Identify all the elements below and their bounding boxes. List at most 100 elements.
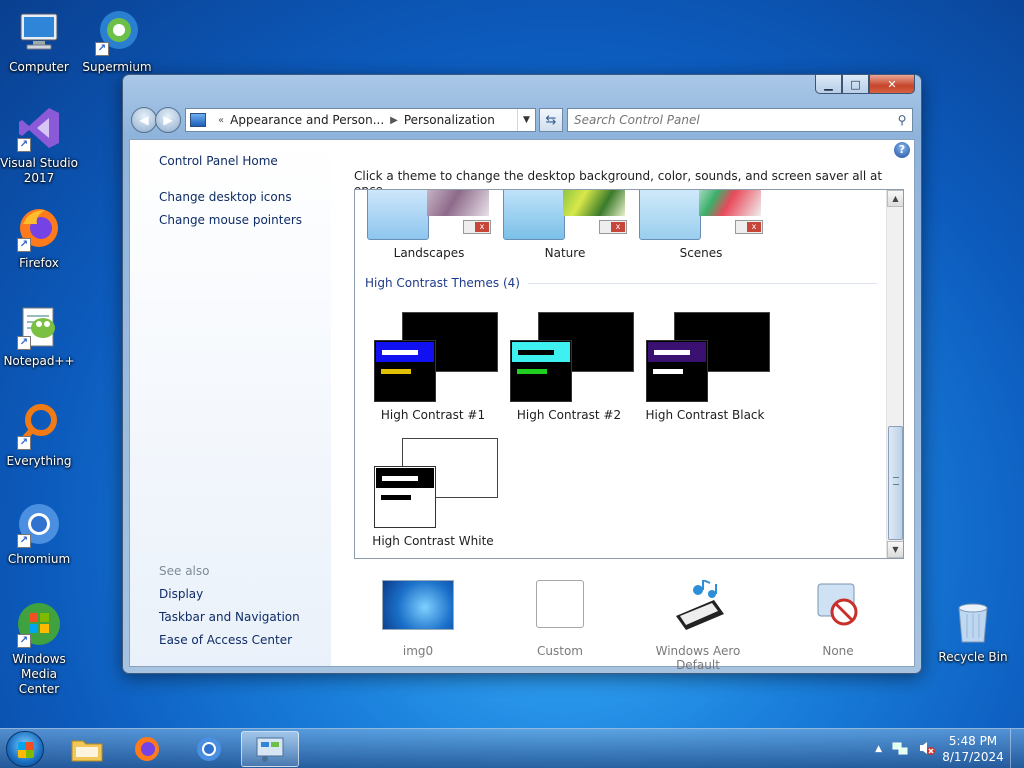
desktop-icon-chromium[interactable]: ↗ Chromium (0, 500, 78, 567)
theme-high-contrast-2[interactable]: High Contrast #2 (501, 312, 637, 422)
theme-landscapes[interactable]: x Landscapes (361, 190, 497, 262)
maximize-icon: □ (850, 77, 861, 91)
hc-text-line (517, 369, 547, 374)
address-dropdown-button[interactable]: ▼ (517, 109, 535, 131)
back-button[interactable]: ◀ (131, 107, 157, 133)
taskbar-control-panel[interactable] (241, 731, 299, 767)
theme-high-contrast-white[interactable]: High Contrast White (365, 438, 501, 548)
scenes-image (639, 190, 701, 240)
screen-saver-item[interactable]: None (778, 580, 898, 658)
desktop-icon-computer[interactable]: Computer (0, 8, 78, 75)
forward-button[interactable]: ▶ (155, 107, 181, 133)
clock[interactable]: 5:48 PM 8/17/2024 (940, 733, 1006, 765)
color-item[interactable]: Custom (500, 580, 620, 658)
control-panel-icon (190, 113, 206, 127)
taskbar-explorer[interactable] (58, 731, 116, 767)
desktop-icon-recycle-bin[interactable]: Recycle Bin (928, 598, 1018, 664)
scroll-down-button[interactable]: ▼ (887, 541, 903, 558)
taskbar-navigation-link[interactable]: Taskbar and Navigation (159, 610, 300, 624)
theme-preview (640, 312, 770, 404)
theme-nature[interactable]: x Nature (497, 190, 633, 262)
maximize-button[interactable]: □ (842, 75, 869, 94)
screen-saver-icon (802, 580, 874, 630)
start-button[interactable] (6, 731, 44, 767)
theme-name: High Contrast White (372, 534, 494, 548)
hc-title-bar (512, 342, 570, 362)
show-hidden-icons-button[interactable]: ▲ (875, 744, 882, 754)
themes-list: x Landscapes x Nature x Scenes High Cont… (354, 189, 904, 559)
theme-name: Scenes (679, 246, 723, 260)
control-panel-home-link[interactable]: Control Panel Home (159, 154, 278, 168)
network-icon[interactable] (892, 740, 908, 759)
shortcut-arrow-icon: ↗ (17, 436, 31, 450)
hc-title-line (518, 350, 554, 355)
theme-settings-bar: img0 Custom Windows Aero Default None (358, 578, 898, 672)
chromium-icon (197, 737, 221, 761)
breadcrumb-appearance[interactable]: Appearance and Person... (230, 113, 384, 127)
show-desktop-button[interactable] (1010, 729, 1024, 768)
desktop-icon-label: Firefox (19, 256, 59, 270)
theme-scenes[interactable]: x Scenes (633, 190, 769, 262)
desktop-icon-media-center[interactable]: ↗ Windows Media Center (0, 600, 78, 697)
sounds-icon (662, 578, 734, 630)
search-input[interactable] (568, 110, 892, 130)
minimize-icon: ▁ (824, 77, 833, 91)
desktop-icon-label: Windows Media Center (12, 652, 66, 696)
personalization-window: ▁ □ ✕ ◀ ▶ « Appearance and Person... ▶ P… (122, 74, 922, 674)
hc-title-bar (648, 342, 706, 362)
refresh-icon: ⇆ (545, 112, 557, 128)
high-contrast-group-title: High Contrast Themes (4) (365, 276, 520, 290)
taskbar: ▲ 5:48 PM 8/17/2024 (0, 728, 1024, 768)
shortcut-arrow-icon: ↗ (17, 138, 31, 152)
visual-studio-icon: ↗ (15, 104, 63, 152)
breadcrumb-personalization[interactable]: Personalization (404, 113, 495, 127)
theme-high-contrast-1[interactable]: High Contrast #1 (365, 312, 501, 422)
desktop-icon-supermium[interactable]: ↗ Supermium (78, 8, 156, 75)
hc-window (374, 340, 436, 402)
close-button[interactable]: ✕ (869, 75, 915, 94)
themes-scrollbar[interactable]: ▲ ▼ (886, 190, 903, 558)
change-desktop-icons-link[interactable]: Change desktop icons (159, 190, 292, 204)
desktop-background-item[interactable]: img0 (358, 580, 478, 658)
windows-logo-icon (18, 742, 34, 758)
search-box: ⚲ (567, 108, 913, 132)
firefox-icon (135, 737, 159, 761)
refresh-button[interactable]: ⇆ (539, 108, 563, 132)
search-icon[interactable]: ⚲ (892, 113, 912, 127)
desktop-icon-everything[interactable]: ↗ Everything (0, 402, 78, 469)
breadcrumb-overflow[interactable]: « (218, 115, 224, 126)
help-button[interactable]: ? (894, 142, 910, 158)
taskbar-firefox[interactable] (118, 731, 176, 767)
desktop-icon-label: Everything (6, 454, 72, 468)
clock-date: 8/17/2024 (942, 750, 1004, 764)
shortcut-arrow-icon: ↗ (17, 336, 31, 350)
scroll-up-button[interactable]: ▲ (887, 190, 903, 207)
minimize-button[interactable]: ▁ (815, 75, 842, 94)
scroll-thumb[interactable] (888, 426, 903, 540)
high-contrast-group-header: High Contrast Themes (4) (365, 276, 877, 290)
nature-image (503, 190, 565, 240)
hc-text-line (653, 369, 683, 374)
theme-preview (368, 312, 498, 404)
volume-muted-icon[interactable] (918, 740, 936, 759)
breadcrumb-separator-icon[interactable]: ▶ (390, 115, 398, 126)
shortcut-arrow-icon: ↗ (17, 238, 31, 252)
taskbar-chromium[interactable] (180, 731, 238, 767)
theme-high-contrast-black[interactable]: High Contrast Black (637, 312, 773, 422)
desktop-icon-visual-studio[interactable]: ↗ Visual Studio 2017 (0, 104, 78, 186)
theme-name: Nature (544, 246, 586, 260)
change-mouse-pointers-link[interactable]: Change mouse pointers (159, 213, 302, 227)
address-bar[interactable]: « Appearance and Person... ▶ Personaliza… (185, 108, 536, 132)
sounds-item[interactable]: Windows Aero Default (638, 578, 758, 672)
desktop-icon-notepadpp[interactable]: ↗ Notepad++ (0, 302, 78, 369)
ease-of-access-link[interactable]: Ease of Access Center (159, 633, 292, 647)
hc-title-line (382, 350, 418, 355)
theme-mini-window: x (599, 220, 627, 234)
desktop-icon-label: Computer (9, 60, 69, 74)
shortcut-arrow-icon: ↗ (17, 534, 31, 548)
grip-icon (893, 477, 899, 485)
display-link[interactable]: Display (159, 587, 203, 601)
theme-name: High Contrast #2 (516, 408, 622, 422)
desktop-icon-firefox[interactable]: ↗ Firefox (0, 204, 78, 271)
recycle-bin-label: Recycle Bin (938, 650, 1008, 664)
